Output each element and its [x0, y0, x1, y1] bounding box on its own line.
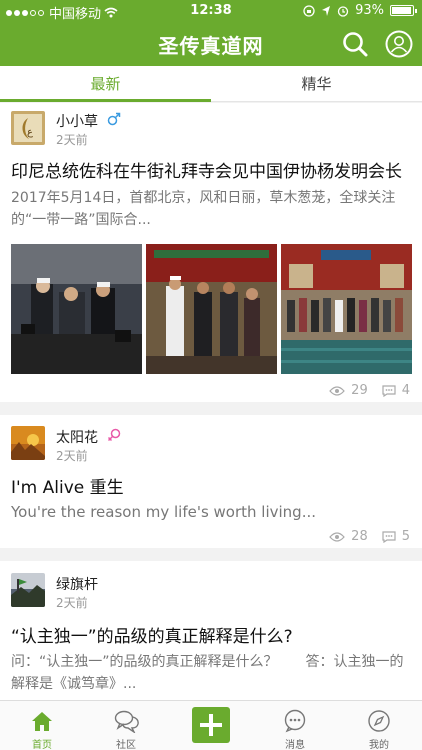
battery-percent: 93% [355, 3, 384, 18]
username[interactable]: 太阳花 [56, 427, 98, 447]
tabbar-mine-label: 我的 [369, 740, 389, 750]
chat-bubbles-icon [114, 710, 139, 733]
post-card[interactable]: 绿旗杆 2天前 “认主独一”的品级的真正解释是什么? 问：“认主独一”的品级的真… [0, 561, 422, 701]
new-post-button[interactable] [192, 707, 230, 743]
comment-count: 5 [401, 529, 410, 544]
post-image[interactable] [281, 244, 412, 374]
comment-icon [382, 384, 396, 397]
tabbar-community[interactable]: 社区 [84, 701, 168, 750]
avatar[interactable] [11, 573, 45, 607]
user-profile-icon[interactable] [384, 29, 414, 59]
post-title[interactable]: I'm Alive 重生 [11, 473, 124, 498]
post-excerpt[interactable]: You're the reason my life's worth living… [11, 501, 409, 523]
tabbar-messages-label: 消息 [285, 740, 305, 750]
alarm-icon [337, 5, 349, 17]
post-title[interactable]: “认主独一”的品级的真正解释是什么? [11, 622, 293, 647]
post-time: 2天前 [56, 449, 88, 463]
tabbar-home[interactable]: 首页 [0, 701, 84, 750]
post-card[interactable]: 太阳花 2天前 I'm Alive 重生 You're the reason m… [0, 415, 422, 548]
svg-text:ع: ع [27, 127, 33, 138]
tabbar-mine[interactable]: 我的 [337, 701, 421, 750]
tab-latest[interactable]: 最新 [0, 66, 211, 102]
avatar[interactable]: ع [11, 111, 45, 145]
view-count: 28 [351, 529, 368, 544]
eye-icon [329, 531, 345, 542]
post-image[interactable] [11, 244, 142, 374]
female-icon [107, 428, 121, 442]
comment-icon [382, 530, 396, 543]
battery-icon [390, 5, 417, 16]
post-image[interactable] [146, 244, 277, 374]
male-icon [107, 112, 121, 126]
comment-count: 4 [401, 383, 410, 398]
tabbar-home-label: 首页 [32, 740, 52, 750]
post-excerpt[interactable]: 问：“认主独一”的品级的真正解释是什么？ 答：认主独一的解释是《诚笃章》... [11, 651, 409, 695]
tabbar-messages[interactable]: 消息 [253, 701, 337, 750]
compass-icon [368, 710, 390, 732]
search-icon[interactable] [341, 30, 369, 58]
avatar[interactable] [11, 426, 45, 460]
message-icon [284, 709, 306, 733]
post-time: 2天前 [56, 596, 88, 610]
app-screen: 中国移动 12:38 93% 圣传真道网 最新 精华 ع 小小草 2天前 印尼总… [0, 0, 422, 750]
home-icon [32, 712, 52, 731]
tab-featured[interactable]: 精华 [211, 66, 422, 102]
eye-icon [329, 385, 345, 396]
post-excerpt[interactable]: 2017年5月14日，首都北京，风和日丽，草木葱茏，全球关注的“一带一路”国际合… [11, 187, 409, 231]
content-tabs: 最新 精华 [0, 66, 422, 102]
username[interactable]: 绿旗杆 [56, 574, 98, 594]
status-bar: 中国移动 12:38 93% [0, 0, 422, 22]
status-right: 93% [303, 3, 417, 18]
post-stats: 28 5 [329, 529, 410, 544]
app-header: 中国移动 12:38 93% 圣传真道网 [0, 0, 422, 66]
tabbar-community-label: 社区 [116, 740, 136, 750]
orientation-lock-icon [303, 4, 315, 17]
post-card[interactable]: ع 小小草 2天前 印尼总统佐科在牛街礼拜寺会见中国伊协杨发明会长 2017年5… [0, 103, 422, 402]
location-icon [322, 5, 331, 16]
post-title[interactable]: 印尼总统佐科在牛街礼拜寺会见中国伊协杨发明会长 [11, 157, 402, 182]
plus-icon [200, 714, 222, 736]
username[interactable]: 小小草 [56, 111, 98, 131]
post-stats: 29 4 [329, 383, 410, 398]
view-count: 29 [351, 383, 368, 398]
post-time: 2天前 [56, 133, 88, 147]
